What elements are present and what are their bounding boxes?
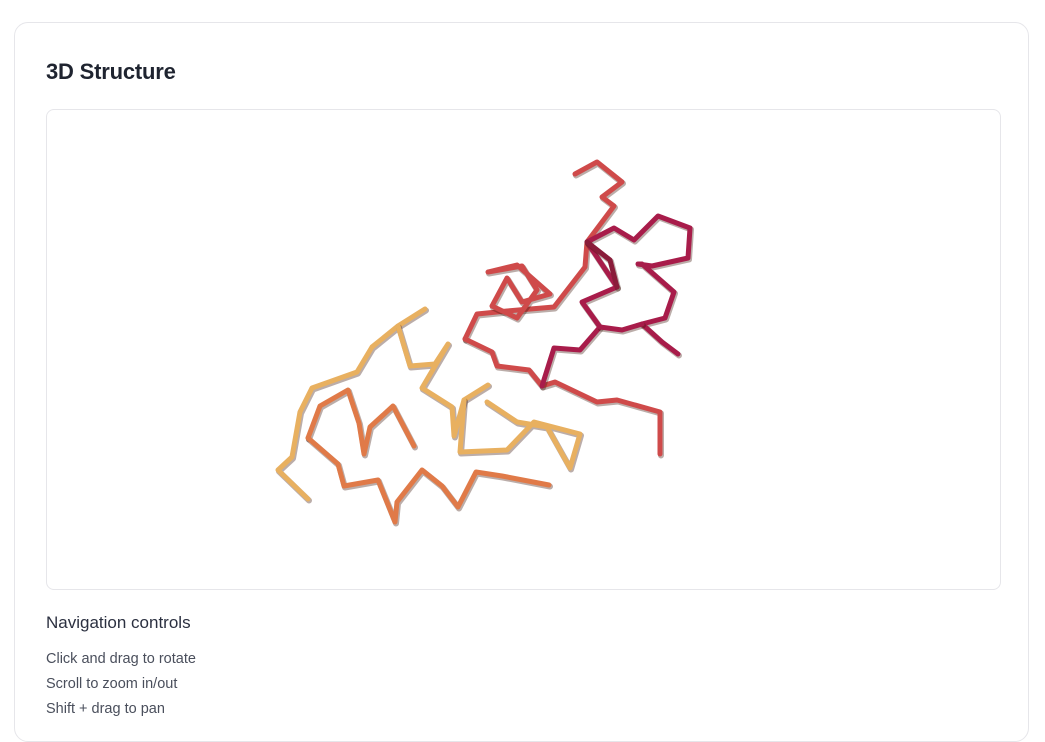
nav-hint-rotate: Click and drag to rotate [46,651,196,667]
navigation-controls-list: Click and drag to rotate Scroll to zoom … [46,647,196,722]
navigation-controls-title: Navigation controls [46,613,191,632]
backbone-segment [462,336,663,457]
nav-hint-pan: Shift + drag to pan [46,701,165,717]
nav-hint-zoom: Scroll to zoom in/out [46,676,178,692]
structure-card: 3D Structure Navigation controls Click a… [14,22,1029,742]
backbone-segment [457,397,583,471]
structure-viewer-canvas[interactable] [46,109,1001,590]
protein-backbone-render [275,159,694,527]
card-title: 3D Structure [46,59,176,84]
backbone-segment [305,387,417,457]
